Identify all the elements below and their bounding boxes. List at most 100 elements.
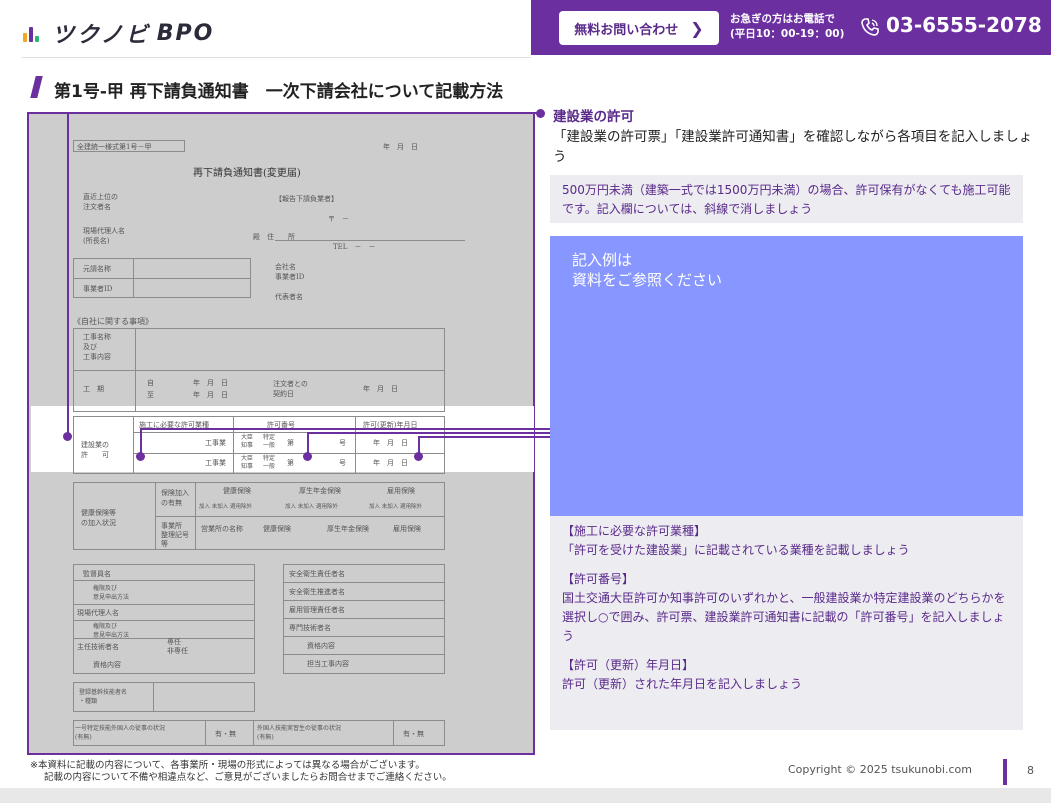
section-heading: 建設業の許可	[553, 109, 634, 125]
form-foreign-1: 一号特定技能外国人の従事の状況 (有無)	[75, 725, 166, 741]
logo-text: ツクノビ	[52, 23, 151, 48]
form-report-party: 【報告下請負業者】	[275, 195, 338, 203]
form-employment: 雇用保険	[387, 487, 415, 495]
callout-line-type-h	[140, 428, 550, 430]
page-number-bar	[1003, 759, 1007, 785]
phone-icon	[859, 16, 881, 38]
form-site-agent: 現場代理人名 (所長名)	[83, 227, 125, 245]
form-own-matters: 《自社に関する事項》	[73, 317, 153, 326]
detail-label-date: 【許可（更新）年月日】	[562, 658, 695, 672]
form-ymd-4: 年 月 日	[373, 439, 408, 447]
callout-line-type	[140, 428, 142, 454]
form-special-2: 特定 一般	[263, 455, 276, 470]
form-work-type-2: 工事業	[205, 459, 226, 467]
form-special-1: 特定 一般	[263, 434, 276, 449]
detail-box: 【施工に必要な許可業種】 「許可を受けた建設業」に記載されている業種を記載しまし…	[550, 516, 1023, 730]
callout-line-date-h	[418, 436, 550, 438]
form-site-agent2: 現場代理人名	[77, 609, 119, 617]
form-office-name: 営業所の名称	[201, 525, 243, 533]
form-title: 再下請負通知書(変更届)	[193, 168, 301, 179]
form-business-id: 事業者ID	[83, 285, 113, 293]
title-accent-bar	[30, 76, 43, 98]
page-title: 第1号-甲 再下請負通知書 一次下請会社について記載方法	[54, 82, 504, 102]
callout-line-top	[67, 112, 540, 114]
form-qualification-1: 資格内容	[93, 661, 121, 669]
phone-note-line1: お急ぎの方はお電話で	[730, 13, 835, 25]
form-employment-manager: 雇用管理責任者名	[289, 606, 345, 614]
form-tel: TEL － －	[333, 243, 376, 251]
form-minister-2: 大臣 知事	[241, 455, 254, 470]
section-description: 「建設業の許可票」「建設業許可通知書」を確認しながら各項目を記入しましょう	[553, 129, 1033, 165]
callout-line-left-vertical	[67, 112, 69, 436]
form-original-name: 元請名称	[83, 265, 111, 273]
form-insurance: 健康保険等 の加入状況	[81, 509, 116, 527]
form-ymd-1: 年 月 日	[193, 379, 228, 387]
logo-bpo-text: BPO	[156, 20, 215, 46]
free-inquiry-button[interactable]: 無料お問い合わせ ❯	[559, 11, 719, 45]
form-yesno-1: 有・無	[215, 730, 236, 738]
form-qualification-2: 資格内容	[307, 642, 335, 650]
form-employment-2: 雇用保険	[393, 525, 421, 533]
form-join-1: 加入 未加入 適用除外	[199, 504, 252, 510]
form-orderer: 直近上位の 注文者名	[83, 193, 118, 211]
callout-dot-left	[63, 432, 72, 441]
form-postal: 〒 －	[328, 215, 349, 223]
form-foreign-2: 外国人技能実習生の従事の状況 (有無)	[257, 725, 342, 741]
chevron-right-icon: ❯	[690, 18, 704, 38]
form-authority-1: 権限及び 意見申出方法	[93, 585, 130, 601]
form-full-time: 専任 非専任	[167, 638, 188, 655]
footnote: ※本資料に記載の内容について、各事業所・現場の形式によっては異なる場合がございま…	[30, 760, 452, 784]
detail-label-type: 【施工に必要な許可業種】	[562, 524, 707, 538]
form-ymd-2: 年 月 日	[193, 391, 228, 399]
form-dai-1: 第	[287, 439, 294, 447]
form-company: 会社名	[275, 263, 296, 271]
form-code: 全建統一様式第1号－甲	[77, 143, 152, 151]
form-term: 工 期	[83, 385, 104, 393]
form-health-2: 健康保険	[263, 525, 291, 533]
footnote-line2: 記載の内容について不備や相違点など、ご意見がございましたらお問合せまでご連絡くだ…	[44, 772, 452, 783]
form-work-name: 工事名称 及び 工事内容	[83, 333, 111, 361]
form-contract-date: 注文者との 契約日	[273, 380, 308, 398]
callout-line-number-h	[307, 432, 550, 434]
form-ymd-5: 年 月 日	[373, 459, 408, 467]
form-yesno-2: 有・無	[403, 730, 424, 738]
callout-line-number	[307, 432, 309, 454]
form-authority-2: 権限及び 意見申出方法	[93, 623, 130, 639]
form-term-to: 至	[147, 391, 154, 399]
form-representative: 代表者名	[275, 293, 303, 301]
form-specialist: 専門技術者名	[289, 624, 331, 632]
form-office-no: 事業所 整理記号 等	[161, 522, 189, 548]
form-dai-2: 第	[287, 459, 294, 467]
form-license-row: 建設業の 許 可	[81, 441, 109, 459]
form-paper: 全建統一様式第1号－甲 年 月 日 再下請負通知書(変更届) 直近上位の 注文者…	[63, 124, 503, 752]
form-minister-1: 大臣 知事	[241, 434, 254, 449]
form-go-2: 号	[339, 459, 346, 467]
form-company-id: 事業者ID	[275, 273, 305, 281]
example-box: 記入例は 資料をご参照ください	[550, 236, 1023, 516]
form-ins-status: 保険加入 の有無	[161, 489, 189, 507]
header-rule	[22, 57, 531, 58]
form-safety-promoter: 安全衛生推進者名	[289, 588, 345, 596]
footnote-line1: ※本資料に記載の内容について、各事業所・現場の形式によっては異なる場合がございま…	[30, 760, 425, 771]
example-line1: 記入例は	[572, 251, 633, 269]
form-chief-engineer: 主任技術者名	[77, 643, 119, 651]
form-assigned-work: 担当工事内容	[307, 660, 349, 668]
form-supervisor: 監督員名	[83, 570, 111, 578]
phone-number-link[interactable]: 03-6555-2078	[886, 13, 1042, 37]
form-term-from: 自	[147, 379, 154, 387]
form-go-1: 号	[339, 439, 346, 447]
logo[interactable]: ツクノビ BPO	[22, 17, 214, 49]
form-safety-head: 安全衛生責任者名	[289, 570, 345, 578]
detail-label-number: 【許可番号】	[562, 572, 635, 586]
page-number: 8	[1027, 764, 1034, 777]
form-date: 年 月 日	[383, 143, 418, 151]
copyright: Copyright © 2025 tsukunobi.com	[788, 763, 972, 776]
logo-mark-icon	[22, 22, 44, 44]
free-inquiry-label: 無料お問い合わせ	[574, 22, 679, 38]
callout-dot-heading	[536, 109, 545, 118]
phone-hours-note: お急ぎの方はお電話で (平日10：00-19：00)	[730, 12, 844, 42]
bottom-strip	[0, 788, 1051, 803]
form-join-2: 加入 未加入 適用除外	[285, 504, 338, 510]
form-core-engineer: 登録基幹技能者名 ・種類	[79, 689, 128, 705]
form-join-3: 加入 未加入 適用除外	[369, 504, 422, 510]
